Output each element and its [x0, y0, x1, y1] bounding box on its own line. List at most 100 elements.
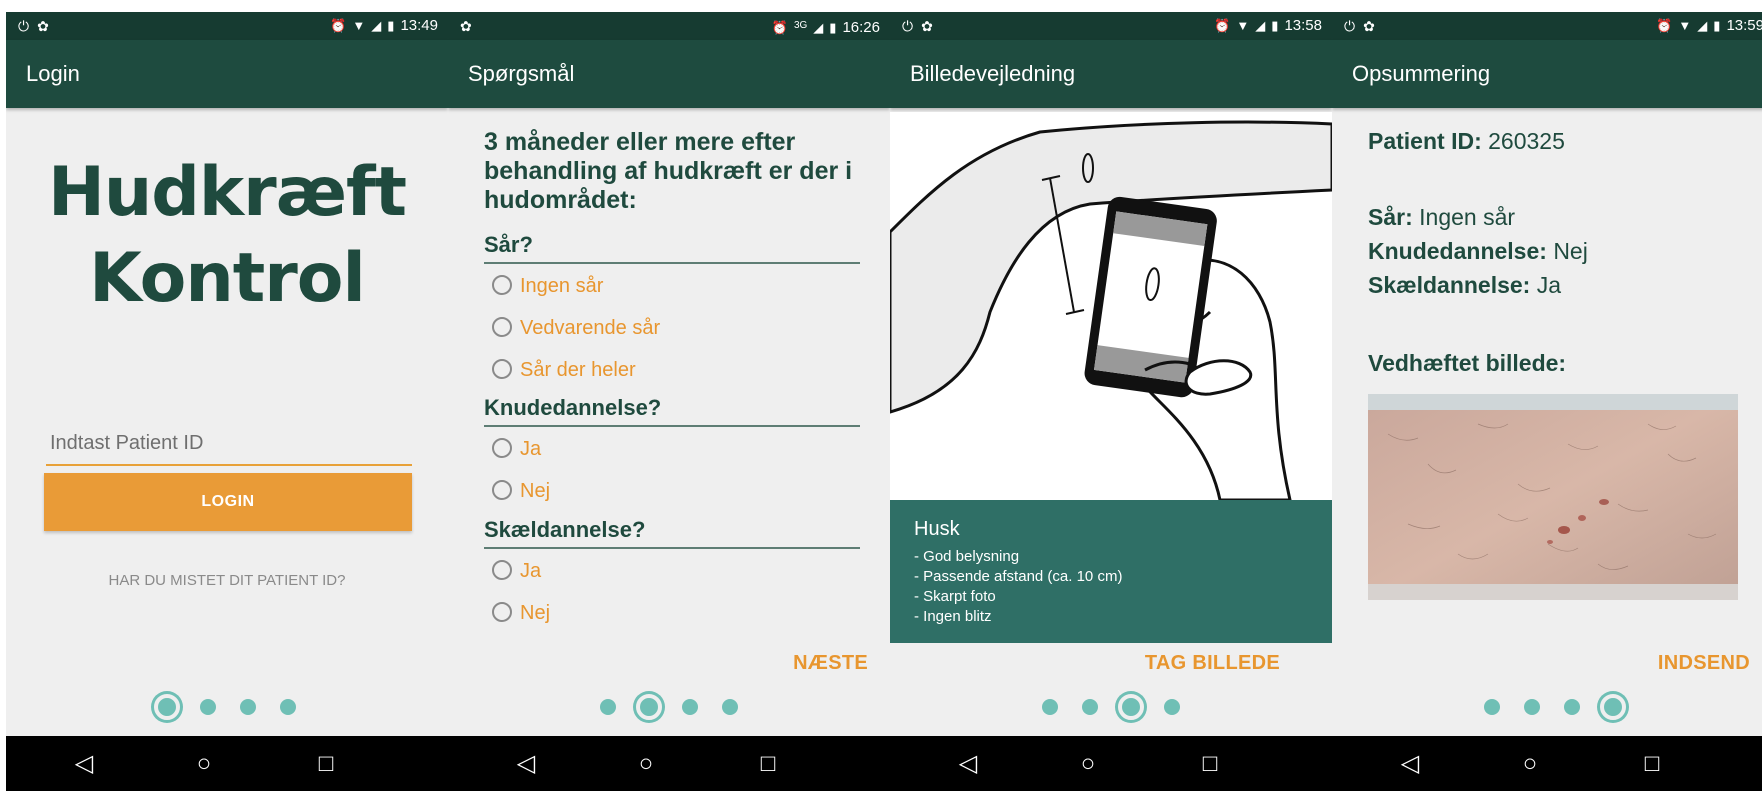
- status-time: 13:58: [1284, 17, 1322, 34]
- summary-screen: ⏻ ✿ ⏰ ▼ ◢ ▮ 13:59 Opsummering Patient ID: 260…: [1332, 12, 1762, 791]
- nodule-label: Knudedannelse:: [1368, 238, 1547, 264]
- signal-icon: ◢: [371, 18, 382, 33]
- home-icon[interactable]: ○: [1058, 736, 1118, 791]
- skin-photo-image: [1368, 394, 1738, 600]
- reminder-item: - Ingen blitz: [914, 608, 992, 625]
- android-debug-icon: ✿: [921, 18, 933, 34]
- radio-circle-icon: [492, 317, 512, 337]
- patient-id-row: Patient ID: 260325: [1368, 128, 1565, 155]
- questions-screen: ✿ ⏰ 3G ◢ ▮ 16:26 Spørgsmål 3 måneder eller m…: [448, 12, 890, 791]
- wifi-icon: ▼: [1678, 18, 1692, 33]
- page-indicator: [1332, 694, 1762, 724]
- android-debug-icon: ✿: [1363, 18, 1375, 34]
- page-dot-active: [154, 694, 180, 720]
- app-bar-title: Spørgsmål: [448, 40, 890, 108]
- android-debug-icon: ✿: [37, 18, 49, 34]
- radio-circle-icon: [492, 359, 512, 379]
- back-icon[interactable]: ◁: [938, 736, 998, 791]
- scale-label: Skældannelse:: [1368, 272, 1531, 298]
- back-icon[interactable]: ◁: [1380, 736, 1440, 791]
- alarm-icon: ⏰: [1214, 18, 1231, 33]
- radio-scale-yes[interactable]: Ja: [492, 559, 541, 583]
- wifi-icon: ▼: [1236, 18, 1250, 33]
- navigation-bar: ◁ ○ □: [1332, 736, 1762, 791]
- patient-id-value: 260325: [1488, 128, 1565, 154]
- page-dot: [1484, 699, 1500, 715]
- signal-icon: ◢: [1255, 18, 1266, 33]
- scale-row: Skældannelse: Ja: [1368, 272, 1561, 299]
- nodule-row: Knudedannelse: Nej: [1368, 238, 1588, 265]
- status-bar: ⏻ ✿ ⏰ ▼ ◢ ▮ 13:58: [890, 12, 1332, 40]
- recent-apps-icon[interactable]: □: [1180, 736, 1240, 791]
- android-debug-icon: ✿: [460, 18, 472, 34]
- photo-guide-screen: ⏻ ✿ ⏰ ▼ ◢ ▮ 13:58 Billedevejledning Husk…: [890, 12, 1332, 791]
- take-photo-button[interactable]: TAG BILLEDE: [1145, 652, 1280, 675]
- radio-persistent-wounds[interactable]: Vedvarende sår: [492, 316, 660, 340]
- radio-nodule-yes[interactable]: Ja: [492, 437, 541, 461]
- attached-image-heading: Vedhæftet billede:: [1368, 350, 1566, 377]
- signal-icon: ◢: [1697, 18, 1708, 33]
- battery-icon: ▮: [1713, 18, 1721, 33]
- reminder-title: Husk: [914, 518, 960, 540]
- page-dot: [1082, 699, 1098, 715]
- battery-icon: ▮: [387, 18, 395, 33]
- status-bar: ⏻ ✿ ⏰ ▼ ◢ ▮ 13:49: [6, 12, 448, 40]
- page-indicator: [448, 694, 890, 724]
- status-time: 13:49: [400, 17, 438, 34]
- navigation-bar: ◁ ○ □: [448, 736, 890, 791]
- page-dot: [600, 699, 616, 715]
- recent-apps-icon[interactable]: □: [296, 736, 356, 791]
- attached-image-label: Vedhæftet billede:: [1368, 350, 1567, 376]
- network-type-icon: 3G: [793, 20, 808, 31]
- home-icon[interactable]: ○: [174, 736, 234, 791]
- radio-label: Ingen sår: [520, 275, 604, 297]
- radio-label: Ja: [520, 560, 542, 582]
- page-dot: [1042, 699, 1058, 715]
- status-bar: ⏻ ✿ ⏰ ▼ ◢ ▮ 13:59: [1332, 12, 1762, 40]
- page-dot-active: [1600, 694, 1626, 720]
- status-time: 13:59: [1726, 17, 1762, 34]
- section-nodule-heading: Knudedannelse?: [484, 395, 860, 427]
- brand-line-2: Kontrol: [89, 239, 366, 318]
- submit-button[interactable]: INDSEND: [1658, 652, 1750, 675]
- radio-scale-no[interactable]: Nej: [492, 601, 550, 625]
- home-icon[interactable]: ○: [1500, 736, 1560, 791]
- radio-nodule-no[interactable]: Nej: [492, 479, 550, 503]
- login-button[interactable]: LOGIN: [44, 473, 412, 531]
- alarm-icon: ⏰: [330, 18, 347, 33]
- navigation-bar: ◁ ○ □: [6, 736, 448, 791]
- recent-apps-icon[interactable]: □: [1622, 736, 1682, 791]
- back-icon[interactable]: ◁: [54, 736, 114, 791]
- reminder-item: - God belysning: [914, 548, 1020, 565]
- wounds-value: Ingen sår: [1419, 204, 1516, 230]
- page-dot: [1164, 699, 1180, 715]
- alarm-icon: ⏰: [1656, 18, 1673, 33]
- wifi-icon: ▼: [352, 18, 366, 33]
- page-dot: [1564, 699, 1580, 715]
- radio-circle-icon: [492, 602, 512, 622]
- home-icon[interactable]: ○: [616, 736, 676, 791]
- battery-icon: ▮: [1271, 18, 1279, 33]
- power-icon: ⏻: [902, 18, 914, 34]
- patient-id-input[interactable]: [46, 422, 412, 466]
- section-scale-heading: Skældannelse?: [484, 517, 860, 549]
- radio-healing-wounds[interactable]: Sår der heler: [492, 358, 636, 382]
- radio-circle-icon: [492, 275, 512, 295]
- recent-apps-icon[interactable]: □: [738, 736, 798, 791]
- power-icon: ⏻: [18, 18, 30, 34]
- app-bar-title: Login: [6, 40, 448, 108]
- next-button[interactable]: NÆSTE: [793, 652, 868, 675]
- page-indicator: [6, 694, 448, 724]
- reminder-item: - Skarpt foto: [914, 588, 996, 605]
- radio-label: Nej: [520, 602, 551, 624]
- power-icon: ⏻: [1344, 18, 1356, 34]
- page-dot: [240, 699, 256, 715]
- status-bar: ✿ ⏰ 3G ◢ ▮ 16:26: [448, 12, 890, 40]
- page-dot-active: [636, 694, 662, 720]
- radio-no-wounds[interactable]: Ingen sår: [492, 274, 603, 298]
- back-icon[interactable]: ◁: [496, 736, 556, 791]
- radio-circle-icon: [492, 480, 512, 500]
- section-wounds-heading: Sår?: [484, 232, 860, 264]
- lost-patient-id-link[interactable]: HAR DU MISTET DIT PATIENT ID?: [6, 572, 448, 589]
- signal-icon: ◢: [813, 20, 824, 35]
